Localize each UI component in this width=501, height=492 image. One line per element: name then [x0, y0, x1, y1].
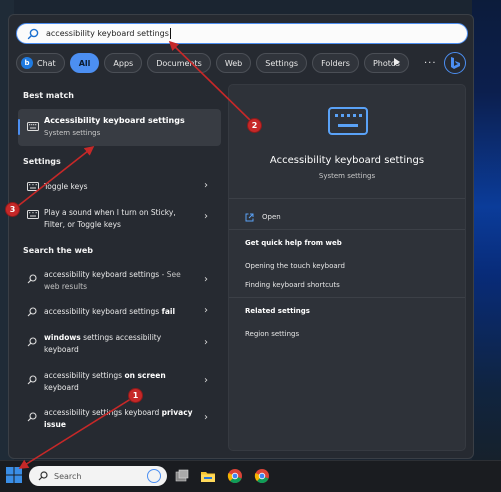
result-preview-pane: Accessibility keyboard settings System s…: [228, 84, 466, 451]
filter-web[interactable]: Web: [215, 53, 252, 73]
search-icon: [38, 471, 48, 481]
file-explorer-icon[interactable]: [200, 468, 216, 484]
open-link[interactable]: Open: [262, 213, 281, 221]
related-link-region-settings[interactable]: Region settings: [245, 330, 299, 338]
search-filter-bar: b Chat All Apps Documents Web Settings F…: [16, 53, 414, 73]
web-result-1[interactable]: accessibility keyboard settings - See we…: [18, 268, 221, 294]
help-link-touch-keyboard[interactable]: Opening the touch keyboard: [245, 262, 345, 270]
web-result-bold: on screen: [124, 371, 166, 380]
chevron-right-icon: ›: [204, 337, 208, 348]
annotation-badge-3: 3: [5, 202, 20, 217]
filter-documents[interactable]: Documents: [147, 53, 211, 73]
annotation-badge-1: 1: [128, 388, 143, 403]
web-result-text: accessibility settings on screen keyboar…: [44, 370, 194, 394]
web-result-text: accessibility keyboard settings - See we…: [44, 269, 194, 293]
filter-settings[interactable]: Settings: [256, 53, 308, 73]
settings-item-label: Toggle keys: [44, 182, 88, 191]
web-result-text: accessibility keyboard settings fail: [44, 306, 204, 318]
web-result-query: accessibility settings: [44, 371, 125, 380]
search-icon: [27, 337, 37, 347]
search-icon: [27, 375, 37, 385]
web-result-bold: fail: [161, 307, 176, 316]
settings-item-toggle-keys[interactable]: Toggle keys ›: [18, 178, 221, 196]
filter-web-label: Web: [224, 58, 243, 68]
divider: [229, 198, 465, 199]
divider: [229, 229, 465, 230]
chevron-right-icon: ›: [204, 305, 208, 316]
best-match-title: Accessibility keyboard settings: [44, 116, 185, 125]
filter-documents-label: Documents: [156, 58, 202, 68]
filter-all[interactable]: All: [69, 53, 100, 73]
web-result-query: accessibility settings keyboard: [44, 408, 162, 417]
preview-title: Accessibility keyboard settings: [269, 155, 425, 166]
more-filters-play-icon[interactable]: [394, 58, 400, 66]
open-external-icon: [245, 213, 254, 222]
search-icon: [27, 412, 37, 422]
web-result-text: accessibility settings keyboard privacy …: [44, 407, 194, 431]
keyboard-icon: [328, 107, 368, 135]
preview-subtitle: System settings: [318, 172, 376, 180]
keyboard-icon: [27, 122, 39, 131]
taskbar-search-box[interactable]: Search: [29, 466, 167, 486]
chevron-right-icon: ›: [204, 375, 208, 386]
web-result-query: accessibility keyboard settings: [44, 270, 160, 279]
filter-all-label: All: [78, 58, 91, 68]
web-result-4[interactable]: accessibility settings on screen keyboar…: [18, 369, 221, 395]
divider: [229, 297, 465, 298]
filter-chat-label: Chat: [37, 58, 56, 68]
filter-apps-label: Apps: [113, 58, 134, 68]
web-result-query: accessibility keyboard settings: [44, 307, 162, 316]
bing-chat-icon: b: [21, 57, 33, 69]
chevron-right-icon: ›: [204, 412, 208, 423]
keyboard-icon: [27, 182, 39, 191]
web-result-2[interactable]: accessibility keyboard settings fail ›: [18, 304, 221, 320]
settings-header: Settings: [23, 157, 61, 166]
task-view-icon[interactable]: [174, 468, 190, 484]
web-result-5[interactable]: accessibility settings keyboard privacy …: [18, 406, 221, 432]
taskbar-search-label: Search: [54, 471, 82, 481]
text-caret: [169, 28, 171, 39]
filter-folders[interactable]: Folders: [312, 53, 359, 73]
search-input[interactable]: accessibility keyboard settings: [16, 23, 468, 44]
quick-help-header: Get quick help from web: [245, 239, 342, 247]
chevron-right-icon: ›: [204, 180, 208, 191]
related-settings-header: Related settings: [245, 307, 310, 315]
annotation-badge-2: 2: [247, 118, 262, 133]
filter-photos[interactable]: Photos: [363, 53, 409, 73]
chevron-right-icon: ›: [204, 274, 208, 285]
settings-item-label: Play a sound when I turn on Sticky, Filt…: [44, 208, 176, 229]
chrome-icon[interactable]: [254, 468, 270, 484]
web-result-bold: windows: [44, 333, 81, 342]
settings-item-play-sound[interactable]: Play a sound when I turn on Sticky, Filt…: [18, 205, 221, 233]
selection-indicator: [18, 119, 20, 135]
search-web-header: Search the web: [23, 246, 94, 255]
web-result-tail: keyboard: [44, 383, 79, 392]
desktop-wallpaper: [472, 0, 501, 460]
filter-chat[interactable]: b Chat: [16, 53, 65, 73]
chevron-right-icon: ›: [204, 211, 208, 222]
best-match-result[interactable]: Accessibility keyboard settings System s…: [18, 109, 221, 146]
more-options-button[interactable]: ...: [424, 55, 437, 66]
filter-folders-label: Folders: [321, 58, 350, 68]
filter-settings-label: Settings: [265, 58, 299, 68]
windows-start-icon[interactable]: [4, 464, 24, 486]
bing-icon: [451, 57, 460, 69]
search-icon: [27, 307, 37, 317]
best-match-header: Best match: [23, 91, 74, 100]
web-result-3[interactable]: windows settings accessibility keyboard …: [18, 331, 221, 357]
help-link-keyboard-shortcuts[interactable]: Finding keyboard shortcuts: [245, 281, 340, 289]
keyboard-icon: [27, 210, 39, 219]
best-match-subtitle: System settings: [44, 129, 101, 137]
filter-apps[interactable]: Apps: [104, 53, 143, 73]
search-icon: [27, 28, 39, 39]
web-result-text: windows settings accessibility keyboard: [44, 332, 194, 356]
bing-icon: [147, 469, 161, 483]
chrome-icon[interactable]: [227, 468, 243, 484]
search-icon: [27, 274, 37, 284]
search-query-text: accessibility keyboard settings: [46, 29, 169, 38]
bing-logo-button[interactable]: [444, 52, 466, 74]
